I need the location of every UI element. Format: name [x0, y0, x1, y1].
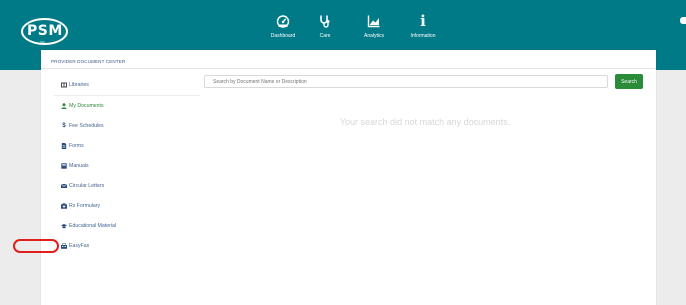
dashboard-gauge-icon: [276, 15, 290, 28]
sidebar-item-libraries[interactable]: Libraries: [54, 75, 200, 95]
stethoscope-icon: [320, 15, 330, 28]
nav-analytics-label: Analytics: [363, 33, 384, 39]
sidebar-item-easyfax[interactable]: EasyFax: [54, 236, 200, 256]
library-icon: [61, 82, 67, 88]
book-icon: [61, 163, 67, 169]
document-center-panel: PROVIDER DOCUMENT CENTER Libraries My Do…: [41, 50, 656, 305]
nav-care-label: Care: [319, 33, 331, 39]
sidebar-item-circular-letters[interactable]: Circular Letters: [54, 176, 200, 196]
sidebar-item-label: Rx Formulary: [69, 203, 101, 209]
sidebar-item-rx-formulary[interactable]: Rx Formulary: [54, 196, 200, 216]
sidebar-item-label: Circular Letters: [69, 183, 105, 189]
sidebar-item-label: Forms: [69, 143, 84, 149]
nav-information[interactable]: i Information: [393, 12, 453, 40]
graduation-cap-icon: [61, 223, 67, 229]
dollar-icon: $: [62, 123, 66, 129]
sidebar-item-fee-schedules[interactable]: $ Fee Schedules: [54, 116, 200, 136]
sidebar-item-label: Libraries: [69, 82, 89, 88]
sidebar-item-label: My Documents: [69, 103, 104, 109]
envelope-icon: [61, 183, 67, 189]
sidebar-item-label: Manuals: [69, 163, 89, 169]
sidebar-item-educational-material[interactable]: Educational Material: [54, 216, 200, 236]
logo-subtext: INC: [40, 40, 46, 44]
user-icon: [61, 103, 67, 109]
sidebar-item-label: Educational Material: [69, 223, 117, 229]
search-button[interactable]: Search: [615, 74, 643, 89]
sidebar-item-label: EasyFax: [69, 243, 90, 249]
file-icon: [61, 143, 67, 149]
area-chart-icon: [367, 15, 380, 28]
nav-dashboard-label: Dashboard: [270, 33, 296, 39]
sidebar-item-label: Fee Schedules: [69, 123, 104, 129]
psm-logo[interactable]: PSM INC: [21, 18, 68, 45]
sidebar-item-forms[interactable]: Forms: [54, 136, 200, 156]
easyfax-highlight-annotation: [13, 239, 59, 253]
info-icon: i: [420, 12, 426, 30]
no-results-message: Your search did not match any documents.: [339, 117, 511, 127]
nav-information-label: Information: [410, 33, 436, 39]
logo-text: PSM: [27, 23, 63, 39]
document-search-input[interactable]: [204, 75, 608, 88]
sidebar-item-my-documents[interactable]: My Documents: [54, 96, 200, 116]
user-menu-icon[interactable]: [680, 17, 686, 24]
sidebar-item-manuals[interactable]: Manuals: [54, 156, 200, 176]
medkit-icon: [61, 203, 67, 209]
title-divider: [41, 68, 656, 69]
fax-icon: [61, 243, 67, 249]
panel-title: PROVIDER DOCUMENT CENTER: [51, 59, 126, 64]
